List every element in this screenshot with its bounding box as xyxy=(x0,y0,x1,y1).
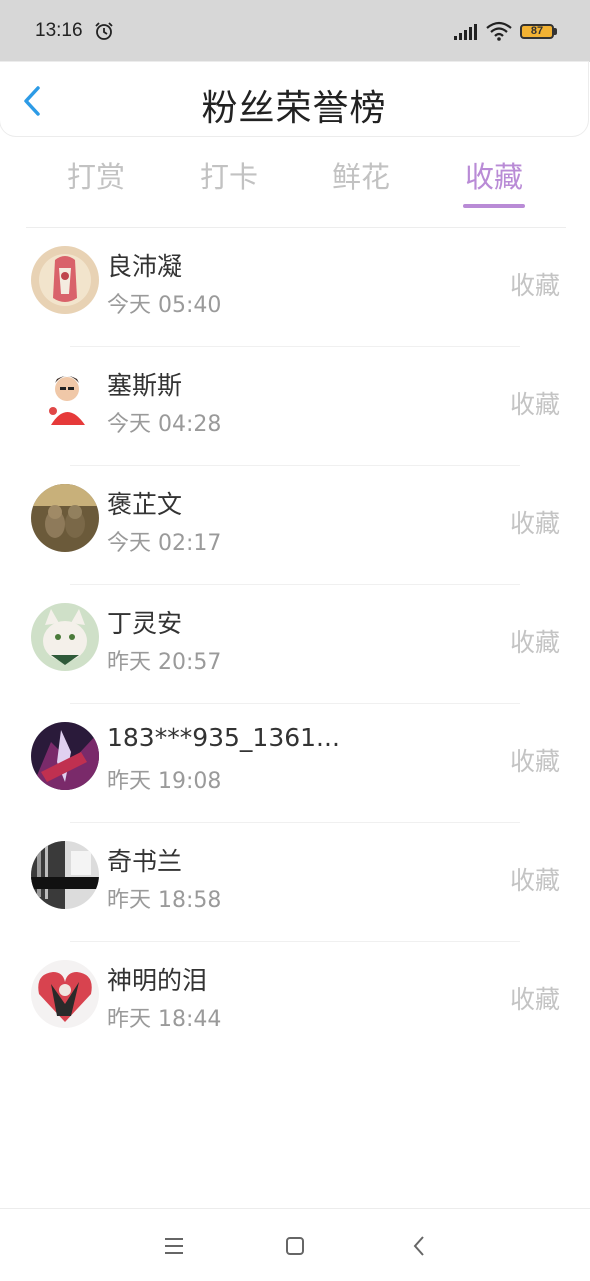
list-item[interactable]: 褒芷文 今天 02:17 收藏 xyxy=(0,466,590,585)
tab-checkin[interactable]: 打卡 xyxy=(179,154,279,196)
signal-strength-icon xyxy=(454,24,478,44)
home-square-icon[interactable] xyxy=(285,1236,305,1260)
fan-time: 昨天 19:08 xyxy=(107,769,222,794)
action-label: 收藏 xyxy=(509,985,560,1014)
action-label: 收藏 xyxy=(509,747,560,776)
back-triangle-icon[interactable] xyxy=(412,1235,426,1261)
avatar[interactable] xyxy=(31,960,99,1028)
tab-flowers[interactable]: 鲜花 xyxy=(311,154,411,196)
avatar[interactable] xyxy=(31,722,99,790)
fan-time: 今天 05:40 xyxy=(107,293,222,318)
avatar[interactable] xyxy=(31,365,99,433)
fan-name: 丁灵安 xyxy=(107,609,183,638)
fan-name: 褒芷文 xyxy=(107,490,183,519)
fan-list: 良沛凝 今天 05:40 收藏 塞斯斯 今天 04:28 收藏 褒芷文 今天 0… xyxy=(0,228,590,1061)
active-tab-indicator xyxy=(463,204,525,208)
system-nav-bar xyxy=(0,1208,590,1281)
alarm-clock-icon xyxy=(94,21,114,41)
fan-name: 183***935_1361... xyxy=(107,723,340,752)
action-label: 收藏 xyxy=(509,390,560,419)
list-item[interactable]: 183***935_1361... 昨天 19:08 收藏 xyxy=(0,704,590,823)
tab-bar: 打赏 打卡 鲜花 收藏 xyxy=(30,146,560,210)
fan-name: 神明的泪 xyxy=(107,966,208,995)
fan-time: 昨天 18:58 xyxy=(107,888,222,913)
avatar[interactable] xyxy=(31,841,99,909)
fan-name: 良沛凝 xyxy=(107,252,183,281)
battery-indicator: 87 xyxy=(520,24,554,39)
status-time: 13:16 xyxy=(35,20,83,41)
action-label: 收藏 xyxy=(509,509,560,538)
wifi-icon xyxy=(486,21,512,45)
page-title: 粉丝荣誉榜 xyxy=(201,88,387,129)
fan-name: 塞斯斯 xyxy=(107,371,183,400)
list-item[interactable]: 良沛凝 今天 05:40 收藏 xyxy=(0,228,590,347)
tab-reward[interactable]: 打赏 xyxy=(46,154,146,196)
list-item[interactable]: 神明的泪 昨天 18:44 收藏 xyxy=(0,942,590,1061)
status-bar: 13:16 87 xyxy=(0,0,590,62)
list-item[interactable]: 塞斯斯 今天 04:28 收藏 xyxy=(0,347,590,466)
avatar[interactable] xyxy=(31,246,99,314)
avatar[interactable] xyxy=(31,603,99,671)
action-label: 收藏 xyxy=(509,628,560,657)
fan-time: 昨天 20:57 xyxy=(107,650,222,675)
tab-favorites[interactable]: 收藏 xyxy=(444,154,544,196)
list-item[interactable]: 丁灵安 昨天 20:57 收藏 xyxy=(0,585,590,704)
fan-time: 今天 02:17 xyxy=(107,531,222,556)
fan-time: 昨天 18:44 xyxy=(107,1007,222,1032)
menu-icon[interactable] xyxy=(164,1237,184,1259)
fan-time: 今天 04:28 xyxy=(107,412,222,437)
action-label: 收藏 xyxy=(509,271,560,300)
battery-tip xyxy=(554,28,557,35)
fan-name: 奇书兰 xyxy=(107,847,183,876)
header-bar: 粉丝荣誉榜 xyxy=(0,62,588,136)
avatar[interactable] xyxy=(31,484,99,552)
list-item[interactable]: 奇书兰 昨天 18:58 收藏 xyxy=(0,823,590,942)
action-label: 收藏 xyxy=(509,866,560,895)
